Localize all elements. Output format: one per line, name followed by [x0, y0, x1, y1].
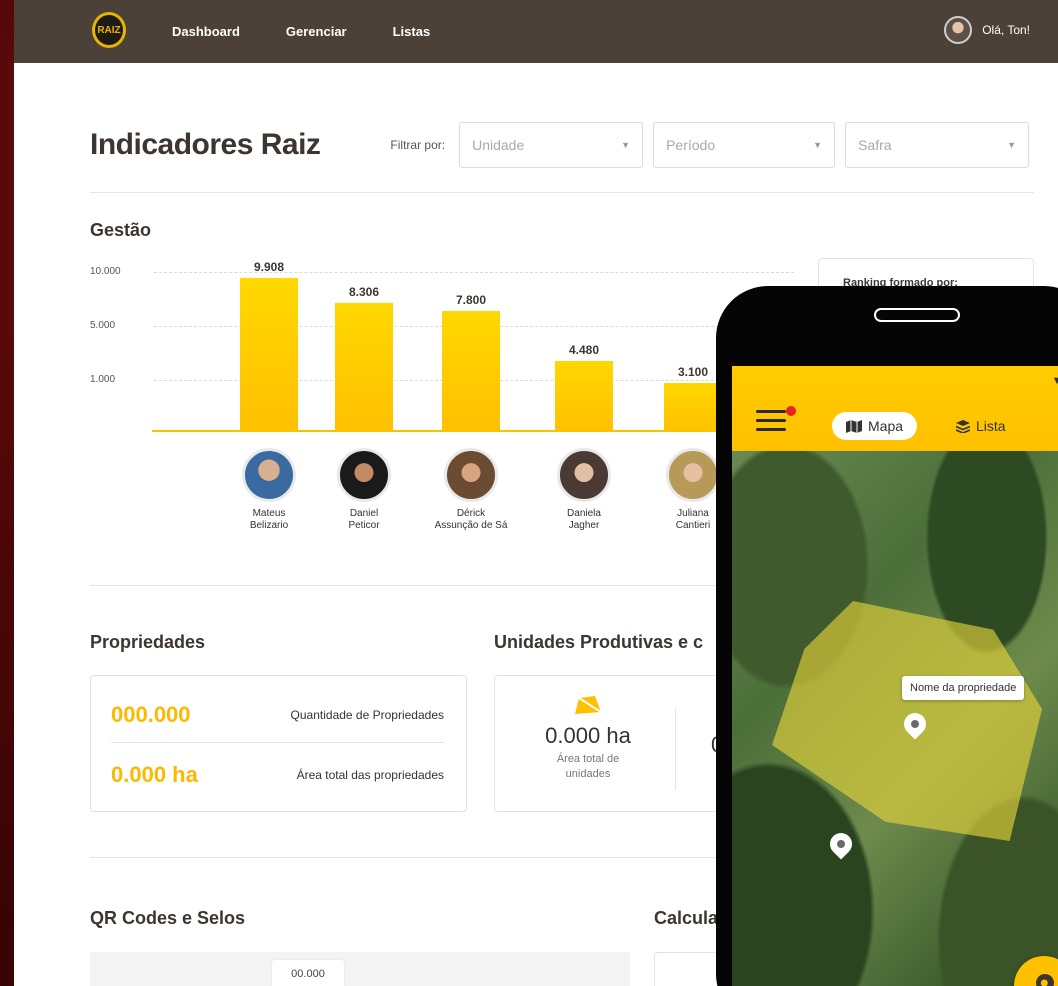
- person-name: Mateus Belizario: [249, 508, 289, 531]
- person-name: Daniel Peticor: [348, 508, 380, 531]
- unidades-area-value: 0.000 ha: [545, 723, 631, 748]
- tab-mapa[interactable]: Mapa: [832, 412, 918, 440]
- user-menu[interactable]: Olá, Ton!: [944, 16, 1030, 44]
- y-tick-label: 1.000: [90, 374, 116, 385]
- status-icons: ▼◢▮: [1052, 374, 1058, 387]
- propriedades-count-label: Quantidade de Propriedades: [290, 708, 444, 722]
- col-divider: [675, 708, 676, 790]
- add-location-button[interactable]: [1014, 956, 1058, 986]
- chevron-down-icon: ▼: [813, 140, 823, 150]
- unidades-desc-line: Área total de: [556, 753, 620, 765]
- chevron-down-icon: ▼: [621, 140, 631, 150]
- menu-icon[interactable]: [756, 410, 786, 437]
- safra-placeholder: Safra: [858, 137, 892, 153]
- tab-mapa-label: Mapa: [868, 418, 904, 434]
- unidade-placeholder: Unidade: [472, 137, 525, 153]
- qr-value-badge: 00.000: [272, 960, 344, 986]
- propriedades-area-row: 0.000 ha Área total das propriedades: [111, 762, 444, 788]
- propriedades-area-label: Área total das propriedades: [296, 768, 444, 782]
- propriedades-count-row: 000.000 Quantidade de Propriedades: [111, 702, 444, 728]
- location-pin-icon: [1032, 970, 1058, 986]
- user-avatar: [944, 16, 973, 44]
- notification-dot: [786, 406, 796, 416]
- chart-bar[interactable]: [335, 303, 393, 430]
- propriedades-count-value: 000.000: [111, 702, 191, 727]
- tab-lista[interactable]: Lista: [942, 412, 1020, 440]
- avatar: [666, 448, 720, 502]
- header-divider: [90, 192, 1034, 193]
- y-tick-label: 10.000: [90, 266, 121, 277]
- propriedades-card: 000.000 Quantidade de Propriedades 0.000…: [90, 675, 467, 812]
- avatar: [337, 448, 391, 502]
- nav-dashboard[interactable]: Dashboard: [172, 24, 240, 39]
- bar-value-label: 9.908: [253, 260, 285, 274]
- top-navbar: RAIZ Dashboard Gerenciar Listas Olá, Ton…: [14, 0, 1058, 63]
- avatar: [444, 448, 498, 502]
- unidades-area-col: 0.000 ha Área total de unidades: [513, 696, 663, 782]
- gestao-chart: 10.000 5.000 1.000 9.908 Mateus Belizario 8…: [90, 258, 812, 548]
- nav-gerenciar[interactable]: Gerenciar: [286, 24, 347, 39]
- card-divider: [111, 742, 444, 743]
- filter-label: Filtrar por:: [390, 138, 446, 152]
- map-icon: [846, 419, 862, 433]
- field-icon: [575, 696, 602, 714]
- chart-bar[interactable]: [555, 361, 613, 430]
- chart-bar[interactable]: [664, 383, 722, 430]
- page-header: Indicadores Raiz Filtrar por: Unidade ▼ …: [90, 121, 1034, 169]
- chart-baseline: [152, 430, 812, 432]
- tab-lista-label: Lista: [976, 418, 1006, 434]
- phone-mockup: ▼◢▮ Mapa Lista No: [716, 286, 1058, 986]
- chart-bar[interactable]: [240, 278, 298, 430]
- unidades-desc-line: unidades: [565, 768, 611, 780]
- person-name: Dérick Assunção de Sá: [434, 508, 508, 531]
- ranking-person[interactable]: Daniel Peticor: [309, 448, 419, 532]
- calc-title: Calcula: [654, 908, 719, 928]
- unidades-title: Unidades Produtivas e c: [494, 632, 704, 652]
- periodo-select[interactable]: Período ▼: [653, 122, 836, 168]
- gestao-title: Gestão: [90, 220, 152, 240]
- app-bar: ▼◢▮ Mapa Lista: [732, 366, 1058, 451]
- phone-screen: ▼◢▮ Mapa Lista No: [732, 366, 1058, 986]
- periodo-placeholder: Período: [666, 137, 716, 153]
- ranking-person[interactable]: Mateus Belizario: [214, 448, 324, 532]
- ranking-person[interactable]: Daniela Jagher: [529, 448, 639, 532]
- avatar: [242, 448, 296, 502]
- unidades-card: 0.000 ha Área total de unidades 0: [494, 675, 754, 812]
- qr-title: QR Codes e Selos: [90, 908, 246, 928]
- bar-value-label: 7.800: [455, 293, 487, 307]
- chevron-down-icon: ▼: [1007, 140, 1017, 150]
- user-greeting: Olá, Ton!: [982, 23, 1030, 37]
- y-tick-label: 5.000: [90, 320, 116, 331]
- unidades-area-desc: Área total de unidades: [513, 752, 663, 782]
- bar-value-label: 8.306: [348, 285, 380, 299]
- map-pin-icon[interactable]: [825, 828, 857, 860]
- ranking-person[interactable]: Dérick Assunção de Sá: [416, 448, 526, 532]
- page-title: Indicadores Raiz: [90, 128, 321, 161]
- main-nav: Dashboard Gerenciar Listas: [172, 24, 430, 39]
- safra-select[interactable]: Safra ▼: [845, 122, 1030, 168]
- propriedades-area-value: 0.000 ha: [111, 762, 198, 787]
- nav-listas[interactable]: Listas: [393, 24, 431, 39]
- phone-speaker: [874, 308, 960, 322]
- satellite-map[interactable]: Nome da propriedade: [732, 451, 1058, 986]
- person-name: Daniela Jagher: [567, 508, 601, 531]
- layers-icon: [956, 419, 970, 433]
- bar-value-label: 4.480: [568, 343, 600, 357]
- property-tooltip: Nome da propriedade: [902, 676, 1025, 700]
- qr-chart-area: 00.000: [90, 952, 630, 986]
- propriedades-title: Propriedades: [90, 632, 206, 652]
- chart-bar[interactable]: [442, 311, 500, 430]
- raiz-logo[interactable]: RAIZ: [92, 12, 126, 48]
- avatar: [557, 448, 611, 502]
- unidade-select[interactable]: Unidade ▼: [459, 122, 644, 168]
